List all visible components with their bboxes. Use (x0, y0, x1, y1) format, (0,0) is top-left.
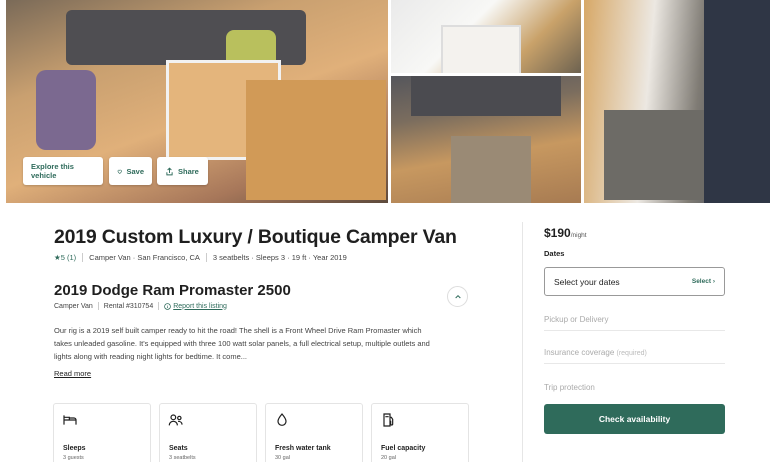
feature-card: Seats 3 seatbelts (159, 403, 257, 462)
divider (158, 302, 160, 310)
water-drop-icon (277, 413, 287, 426)
feature-cards: Sleeps 3 guests Seats 3 seatbelts Fresh … (53, 403, 469, 462)
share-label: Share (178, 166, 199, 176)
feature-card: Fresh water tank 30 gal (265, 403, 363, 462)
dates-placeholder: Select your dates (554, 276, 620, 287)
specs: 3 seatbelts · Sleeps 3 · 19 ft · Year 20… (212, 253, 347, 262)
feature-value: 20 gal (381, 455, 396, 461)
vehicle-name: 2019 Dodge Ram Promaster 2500 (54, 282, 291, 299)
pickup-delivery-option[interactable]: Pickup or Delivery (544, 315, 725, 331)
rating[interactable]: ★5 (1) (54, 253, 76, 262)
report-listing-link[interactable]: Report this listing (164, 303, 227, 310)
dates-picker[interactable]: Select your dates Select › (544, 267, 725, 296)
feature-card: Sleeps 3 guests (53, 403, 151, 462)
photo-gallery: Explore this vehicle Save Share (0, 0, 770, 203)
dates-label: Dates (544, 249, 565, 258)
bed-icon (63, 415, 77, 425)
fuel-icon (383, 413, 394, 427)
photo-counter (246, 80, 386, 200)
photo-thumbnail[interactable] (584, 0, 770, 203)
divider (97, 302, 99, 310)
collapse-button[interactable] (447, 286, 468, 307)
listing-meta: ★5 (1) Camper Van · San Francisco, CA 3 … (54, 253, 347, 262)
photo-floor (451, 136, 531, 203)
photo-cushion (36, 70, 96, 150)
photo-thumbnail[interactable] (391, 0, 581, 73)
feature-value: 30 gal (275, 455, 290, 461)
people-icon (168, 414, 183, 426)
select-dates-link[interactable]: Select › (692, 278, 715, 285)
divider (205, 253, 207, 262)
read-more-link[interactable]: Read more (54, 369, 91, 378)
vertical-divider (522, 222, 523, 462)
divider (82, 253, 84, 262)
save-label: Save (126, 166, 144, 176)
photo-cabinets (441, 25, 521, 73)
listing-description: Our rig is a 2019 self built camper read… (54, 326, 430, 361)
feature-name: Fresh water tank (275, 445, 331, 452)
photo-curtain (704, 0, 770, 203)
photo-thumbnail[interactable] (391, 76, 581, 203)
rental-id: Rental #310754 (103, 302, 154, 310)
vehicle-type: Camper Van (54, 302, 93, 310)
check-availability-button[interactable]: Check availability (544, 404, 725, 434)
share-icon (166, 166, 173, 175)
photo-bed (411, 76, 561, 116)
nightly-price: $190/night (544, 226, 587, 240)
vehicle-meta: Camper Van Rental #310754 Report this li… (54, 302, 227, 310)
listing-title: 2019 Custom Luxury / Boutique Camper Van (54, 226, 457, 248)
save-button[interactable]: Save (109, 157, 152, 185)
explore-vehicle-button[interactable]: Explore this vehicle (23, 157, 103, 185)
feature-name: Fuel capacity (381, 445, 426, 452)
insurance-coverage-option[interactable]: Insurance coverage (required) (544, 348, 725, 364)
info-icon (164, 302, 171, 310)
heart-icon (117, 169, 122, 174)
type-location: Camper Van · San Francisco, CA (89, 253, 200, 262)
chevron-up-icon (454, 294, 461, 298)
share-button[interactable]: Share (157, 157, 208, 185)
trip-protection-option[interactable]: Trip protection (544, 383, 725, 398)
feature-name: Seats (169, 445, 188, 452)
feature-value: 3 guests (63, 455, 84, 461)
explore-label: Explore this vehicle (31, 162, 74, 180)
feature-value: 3 seatbelts (169, 455, 196, 461)
feature-name: Sleeps (63, 445, 86, 452)
feature-card: Fuel capacity 20 gal (371, 403, 469, 462)
